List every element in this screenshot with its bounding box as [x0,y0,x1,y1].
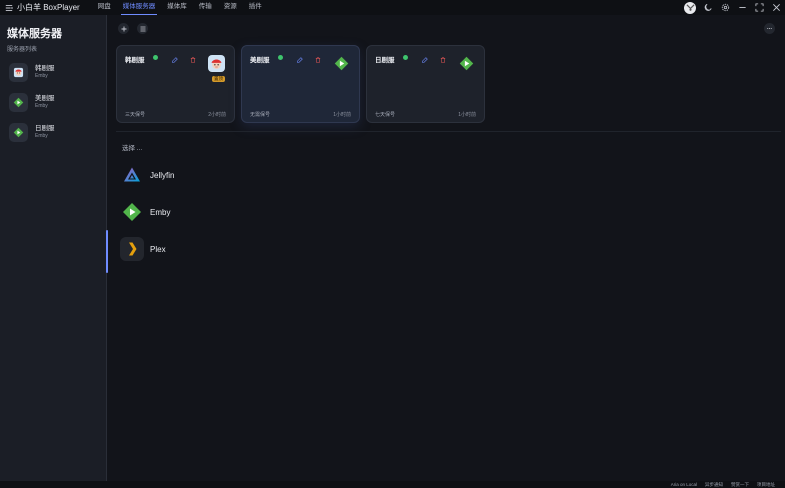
sidebar-item-korean-server[interactable]: 韩剧服 Emby [9,60,101,84]
add-server-button[interactable] [118,23,129,34]
sidebar-subtitle: 服务器列表 [7,47,38,53]
sidebar-item-name: 美剧服 [35,94,55,102]
settings-button[interactable] [720,3,730,13]
minimize-button[interactable] [737,3,747,13]
title-bar: 小白羊 BoxPlayer 网盘 媒体服务器 媒体库 传输 资源 插件 [0,0,785,15]
edit-server-button[interactable] [421,56,428,63]
online-status-dot [403,55,408,60]
option-label: Plex [150,244,166,254]
section-divider [116,131,781,132]
server-card-us[interactable]: 美剧服 无需保号 1小时前 [241,45,360,123]
nav-tab-netdisk[interactable]: 网盘 [92,0,117,15]
delete-server-button[interactable] [189,56,196,63]
nav-tab-transfer[interactable]: 传输 [193,0,218,15]
server-card-time: 2小时前 [208,112,226,118]
minimize-icon [738,7,746,8]
theme-toggle-button[interactable] [703,3,713,13]
option-jellyfin[interactable]: Jellyfin [120,163,174,187]
server-card-keepalive: 三天保号 [125,112,146,118]
option-plex[interactable]: Plex [120,237,166,261]
edit-server-button[interactable] [296,56,303,63]
close-button[interactable] [771,3,781,13]
edit-icon [421,56,428,63]
sidebar-item-type: Emby [35,102,48,109]
delete-server-button[interactable] [439,56,446,63]
pinned-badge: 置顶 [212,76,225,82]
online-status-dot [278,55,283,60]
sidebar-title: 媒体服务器 [7,28,62,40]
menu-icon [5,4,13,11]
more-icon [767,27,772,30]
server-card-korean[interactable]: 韩剧服 置顶 三天保号 2小时前 [116,45,235,123]
status-bar: Aria on Local 异步通知 赞赏一下 项目地址 [0,481,785,488]
server-card-japanese[interactable]: 日剧服 七天保号 1小时前 [366,45,485,123]
list-view-button[interactable] [137,23,148,34]
server-card-keepalive: 无需保号 [250,112,271,118]
sidebar: 媒体服务器 服务器列表 韩剧服 Emby 美剧服 Emby 日剧服 Emby [0,15,108,481]
plex-logo-icon [120,237,144,261]
nav-tab-media-server[interactable]: 媒体服务器 [117,0,162,15]
server-card-time: 1小时前 [333,112,351,118]
jellyfin-logo-icon [120,163,144,187]
option-label: Jellyfin [150,170,175,180]
trash-icon [190,56,195,63]
main-content: 韩剧服 置顶 三天保号 2小时前 美剧服 无需保号 1小时前 日剧服 七天保号 … [108,15,785,481]
select-server-type-label: 选择 ... [122,145,143,152]
fullscreen-icon [754,3,764,12]
sidebar-item-us-server[interactable]: 美剧服 Emby [9,90,101,114]
close-icon [772,4,780,11]
fullscreen-button[interactable] [754,3,764,13]
sidebar-item-name: 韩剧服 [35,64,55,72]
plus-icon [121,26,126,31]
server-card-keepalive: 七天保号 [375,112,396,118]
server-card-name: 日剧服 [375,57,395,64]
gear-icon [721,3,729,12]
moon-icon [704,3,712,11]
option-emby[interactable]: Emby [120,200,170,224]
nav-tab-media-library[interactable]: 媒体库 [161,0,193,15]
project-link[interactable]: 项目地址 [757,482,775,488]
async-notify-link[interactable]: 异步通知 [705,482,723,488]
edit-icon [171,56,178,63]
emby-logo-icon [458,55,475,72]
nav-tab-plugins[interactable]: 插件 [243,0,268,15]
server-card-name: 韩剧服 [125,57,145,64]
online-status-dot [153,55,158,60]
edit-server-button[interactable] [171,56,178,63]
menu-toggle-button[interactable] [3,0,15,15]
trash-icon [315,56,320,63]
sidebar-item-type: Emby [35,72,48,79]
emby-logo-icon [120,200,144,224]
trash-icon [440,56,445,63]
server-card-time: 1小时前 [458,112,476,118]
emby-logo-icon [333,55,350,72]
aria-status[interactable]: Aria on Local [671,482,697,487]
user-avatar-icon [685,4,695,11]
server-card-name: 美剧服 [250,57,270,64]
anime-avatar-icon [9,62,28,82]
list-icon [140,26,145,31]
delete-server-button[interactable] [314,56,321,63]
emby-logo-icon [9,122,28,142]
option-label: Emby [150,207,171,217]
sidebar-item-type: Emby [35,132,48,139]
more-options-button[interactable] [764,23,775,34]
edit-icon [296,56,303,63]
app-title: 小白羊 BoxPlayer [17,3,80,12]
emby-logo-icon [9,92,28,112]
donate-link[interactable]: 赞赏一下 [731,482,749,488]
anime-avatar-icon [208,55,225,72]
nav-tab-resources[interactable]: 资源 [218,0,243,15]
sidebar-item-name: 日剧服 [35,124,55,132]
sidebar-item-japanese-server[interactable]: 日剧服 Emby [9,120,101,144]
top-nav: 网盘 媒体服务器 媒体库 传输 资源 插件 [92,0,268,15]
user-avatar[interactable] [684,1,696,14]
